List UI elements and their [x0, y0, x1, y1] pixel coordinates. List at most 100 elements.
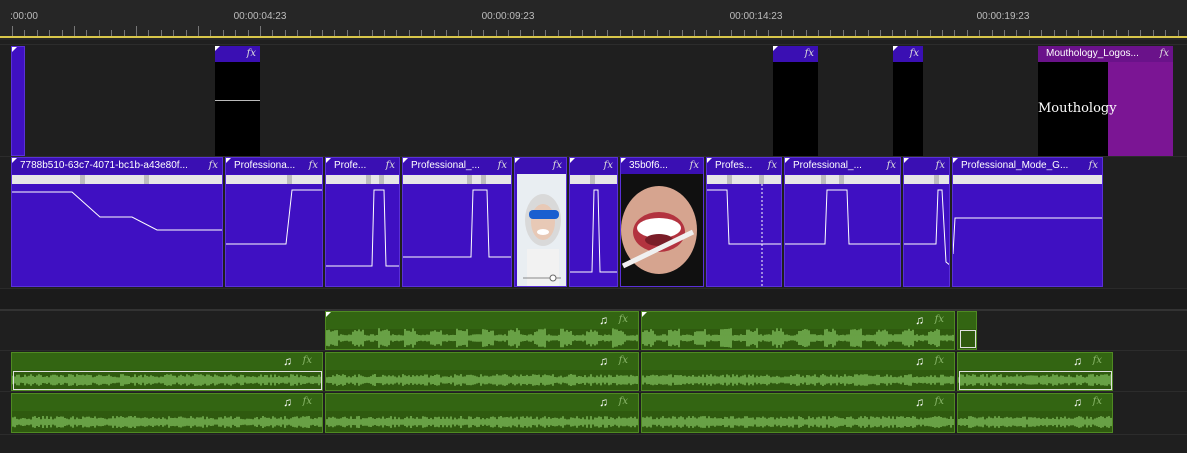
video-clip[interactable]: Profes... fx [706, 157, 782, 287]
keyframe-marker[interactable] [80, 175, 85, 184]
video-clip[interactable]: Professional_... fx [402, 157, 512, 287]
fx-badge[interactable]: fx [553, 158, 562, 174]
fx-badge[interactable]: fx [1093, 396, 1102, 407]
video-clip[interactable]: fx [215, 46, 260, 156]
video-clip[interactable]: fx [773, 46, 818, 156]
audio-clip[interactable]: ♫ fx [325, 393, 639, 433]
fx-badge[interactable]: fx [619, 396, 628, 407]
clip-label: Profes... [715, 160, 753, 171]
audio-clip[interactable]: ♫ fx [957, 393, 1113, 433]
fx-badge[interactable]: fx [935, 314, 944, 325]
keyframe-marker[interactable] [379, 175, 384, 184]
waveform-path [326, 328, 638, 348]
timecode-label: 00:00:19:23 [976, 11, 1030, 22]
fx-badge[interactable]: fx [209, 158, 218, 174]
work-area-bar[interactable] [0, 36, 1187, 38]
fx-badge[interactable]: fx [1160, 46, 1169, 62]
audio-waveform [326, 416, 638, 428]
keyframe-marker[interactable] [839, 175, 844, 184]
video-clip[interactable]: Professional_... fx [784, 157, 901, 287]
audio-clip[interactable]: ♫ fx [641, 311, 955, 350]
fx-badge[interactable]: fx [935, 396, 944, 407]
fx-badge[interactable]: fx [619, 355, 628, 366]
music-note-icon: ♫ [599, 395, 608, 409]
keyframe-marker[interactable] [467, 175, 472, 184]
audio-clip[interactable]: ♫ fx [325, 352, 639, 391]
audio-clip[interactable]: ♫ fx [641, 393, 955, 433]
video-clip[interactable]: 7788b510-63c7-4071-bc1b-a43e80f... fx [11, 157, 223, 287]
fx-badge[interactable]: fx [386, 158, 395, 174]
audio-clip[interactable]: ♫ fx [957, 352, 1113, 391]
fx-badge[interactable]: fx [768, 158, 777, 174]
fx-badge[interactable]: fx [1089, 158, 1098, 174]
fx-badge[interactable]: fx [247, 46, 256, 62]
keyframe-marker[interactable] [287, 175, 292, 184]
waveform-path [12, 416, 322, 428]
clip-label: 35b0f6... [629, 160, 668, 171]
keyframe-marker[interactable] [144, 175, 149, 184]
opacity-graph [326, 189, 399, 267]
opacity-graph [785, 189, 900, 245]
clip-header [12, 353, 322, 370]
timeline-ruler[interactable]: :00:00 00:00:04:23 00:00:09:23 00:00:14:… [0, 0, 1187, 40]
waveform-path [642, 374, 954, 386]
audio-clip[interactable] [957, 311, 977, 350]
fx-badge[interactable]: fx [303, 396, 312, 407]
audio-clip[interactable]: ♫ fx [11, 352, 323, 391]
fx-badge[interactable]: fx [604, 158, 613, 174]
video-clip[interactable]: Professiona... fx [225, 157, 323, 287]
video-clip[interactable] [11, 46, 25, 156]
video-clip[interactable]: 35b0f6... fx [620, 157, 704, 287]
audio-waveform [642, 416, 954, 428]
keyframe-marker[interactable] [821, 175, 826, 184]
clip-header: Professiona... [226, 158, 322, 174]
keyframe-band [953, 175, 1102, 184]
video-clip[interactable]: fx [893, 46, 923, 156]
keyframe-marker[interactable] [727, 175, 732, 184]
fx-badge[interactable]: fx [303, 355, 312, 366]
keyframe-band [226, 175, 322, 184]
keyframe-marker[interactable] [366, 175, 371, 184]
track-divider [0, 350, 1187, 351]
fx-badge[interactable]: fx [910, 46, 919, 62]
clip-start-marker [621, 158, 626, 163]
clip-label: Profe... [334, 160, 367, 171]
clip-start-marker [326, 312, 331, 317]
keyframe-marker[interactable] [590, 175, 595, 184]
fx-badge[interactable]: fx [690, 158, 699, 174]
audio-clip[interactable]: ♫ fx [325, 311, 639, 350]
music-note-icon: ♫ [283, 354, 292, 368]
ruler-tick [136, 26, 137, 36]
fx-badge[interactable]: fx [619, 314, 628, 325]
waveform-path [642, 416, 954, 428]
clip-label: Mouthology_Logos... [1046, 48, 1139, 59]
fx-badge[interactable]: fx [936, 158, 945, 174]
clip-header: 7788b510-63c7-4071-bc1b-a43e80f... [12, 158, 222, 174]
audio-clip[interactable]: ♫ fx [11, 393, 323, 433]
keyframe-marker[interactable] [934, 175, 939, 184]
fx-badge[interactable]: fx [309, 158, 318, 174]
video-clip[interactable]: fx [569, 157, 618, 287]
audio-clip[interactable]: ♫ fx [641, 352, 955, 391]
clip-header [958, 394, 1112, 411]
fx-badge[interactable]: fx [498, 158, 507, 174]
clip-start-marker [12, 47, 17, 52]
music-note-icon: ♫ [915, 395, 924, 409]
video-clip[interactable]: fx [514, 157, 567, 287]
video-clip[interactable]: Professional_Mode_G... fx [952, 157, 1103, 287]
clip-label: 7788b510-63c7-4071-bc1b-a43e80f... [20, 160, 188, 171]
logo-clip[interactable]: Mouthology_Logos... fx Mouthology [1038, 46, 1173, 156]
fx-badge[interactable]: fx [1093, 355, 1102, 366]
keyframe-marker[interactable] [481, 175, 486, 184]
audio-waveform [642, 374, 954, 386]
fx-badge[interactable]: fx [887, 158, 896, 174]
video-clip[interactable]: Profe... fx [325, 157, 400, 287]
music-note-icon: ♫ [283, 395, 292, 409]
keyframe-marker[interactable] [759, 175, 764, 184]
music-note-icon: ♫ [599, 313, 608, 327]
fx-badge[interactable]: fx [805, 46, 814, 62]
clip-start-marker [953, 158, 958, 163]
clip-label: Professiona... [234, 160, 296, 171]
fx-badge[interactable]: fx [935, 355, 944, 366]
video-clip[interactable]: fx [903, 157, 950, 287]
